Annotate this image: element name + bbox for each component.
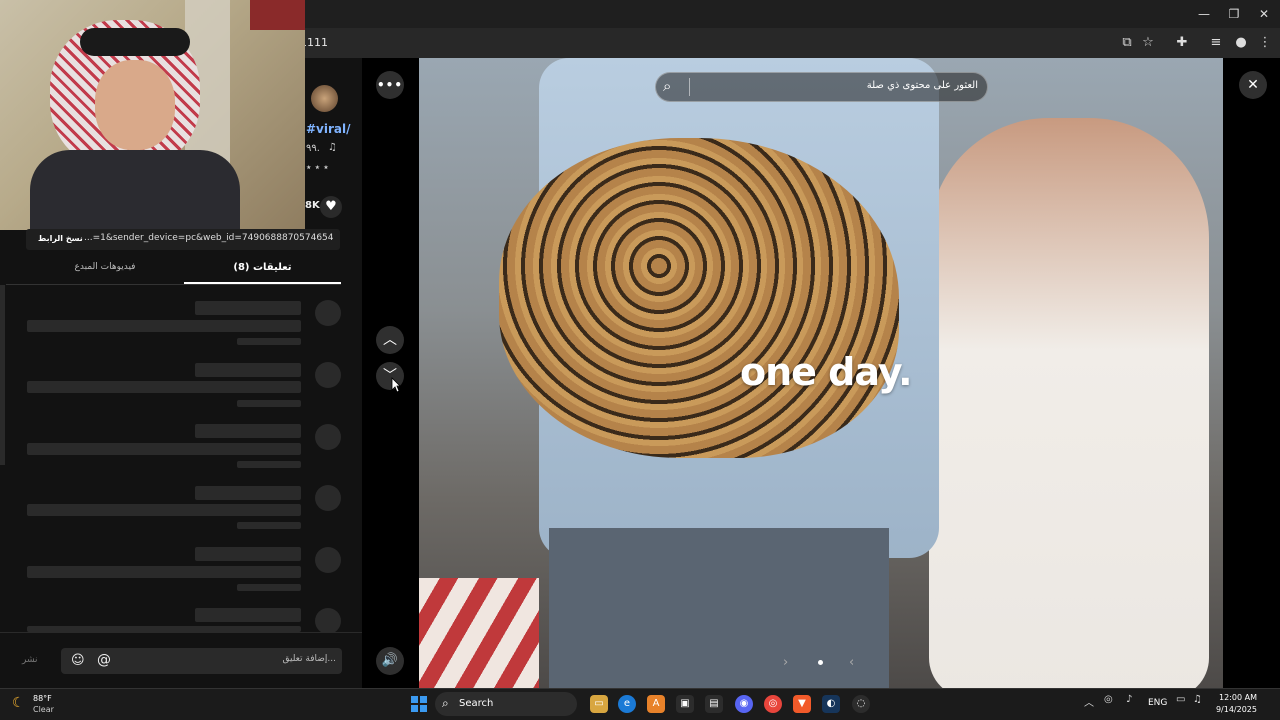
video-caption-overlay: one day. <box>740 350 913 394</box>
skeleton-avatar <box>315 424 341 450</box>
sync-icon[interactable]: ◎ <box>1104 694 1113 705</box>
skeleton-avatar <box>315 608 341 634</box>
taskbar-search-label: Search <box>459 698 494 709</box>
like-count: 8K <box>305 200 320 211</box>
heart-icon[interactable]: ♥ <box>320 196 342 218</box>
steam-icon[interactable]: ◐ <box>822 695 840 713</box>
discord-icon[interactable]: ◉ <box>735 695 753 713</box>
tab-active-indicator <box>184 282 341 284</box>
skeleton-line <box>27 504 301 516</box>
skeleton-line <box>195 486 301 500</box>
skeleton-line <box>237 522 301 529</box>
music-note-icon: ♫ <box>328 142 337 153</box>
skeleton-avatar <box>315 362 341 388</box>
copy-link-button[interactable]: نسخ الرابط <box>38 234 83 243</box>
carousel-prev-icon[interactable]: ‹ <box>849 655 854 670</box>
skeleton-line <box>195 363 301 377</box>
brave-icon[interactable]: ▼ <box>793 695 811 713</box>
search-divider <box>689 78 690 96</box>
skeleton-avatar <box>315 547 341 573</box>
skeleton-line <box>27 381 301 393</box>
emoji-icon[interactable]: ☺ <box>71 653 85 668</box>
start-icon[interactable] <box>411 696 427 712</box>
carousel-next-icon[interactable]: › <box>783 655 788 670</box>
close-window-button[interactable]: ✕ <box>1249 4 1279 24</box>
skeleton-line <box>195 608 301 622</box>
tab-comments[interactable]: (8) تعليقات <box>184 262 341 273</box>
url-field[interactable]: 1111 <box>300 33 1100 53</box>
mouse-cursor-icon <box>391 377 401 393</box>
app-grid-icon[interactable]: ▤ <box>705 695 723 713</box>
post-comment-button[interactable]: نشر <box>22 655 38 665</box>
previous-video-button[interactable]: ︿ <box>376 326 404 354</box>
profile-icon[interactable]: ● <box>1231 33 1251 53</box>
skeleton-line <box>237 461 301 468</box>
tab-divider <box>6 284 341 285</box>
more-options-button[interactable]: ••• <box>376 71 404 99</box>
skeleton-line <box>237 584 301 591</box>
edge-icon[interactable]: e <box>618 695 636 713</box>
search-placeholder: العثور على محتوى ذي صلة <box>866 80 978 91</box>
clock-date[interactable]: 9/14/2025 <box>1212 705 1257 714</box>
skeleton-line <box>27 566 301 578</box>
app-circle-icon[interactable]: ◌ <box>852 695 870 713</box>
skeleton-line <box>237 338 301 345</box>
mention-icon[interactable]: @ <box>97 652 111 668</box>
tray-chevron-icon[interactable]: ︿ <box>1084 694 1094 709</box>
volume-icon[interactable]: 🔊 <box>376 647 404 675</box>
media-icon[interactable]: ≡ <box>1206 33 1226 53</box>
skeleton-line <box>195 424 301 438</box>
search-icon: ⌕ <box>442 696 449 710</box>
weather-temp[interactable]: 88°F <box>33 694 52 703</box>
cast-icon[interactable]: ⧉ <box>1117 33 1137 53</box>
caption-numbers: ٩٩. <box>306 143 320 154</box>
skeleton-line <box>195 301 301 315</box>
bookmark-star-icon[interactable]: ☆ <box>1138 33 1158 53</box>
skeleton-line <box>27 320 301 332</box>
comments-scrollbar[interactable] <box>0 285 5 465</box>
skeleton-avatar <box>315 300 341 326</box>
carousel-dot-active[interactable] <box>818 660 823 665</box>
microphone-icon[interactable]: ♪ <box>1126 694 1132 705</box>
weather-desc: Clear <box>33 705 54 714</box>
caption-tags: ٭ ٭ ٭ <box>306 162 329 173</box>
hashtag-link[interactable]: #viral/ <box>306 122 351 136</box>
webcam-overlay <box>0 0 305 230</box>
share-link-text: ...=1&sender_device=pc&web_id=7490688870… <box>84 233 334 243</box>
app-epic-icon[interactable]: ▣ <box>676 695 694 713</box>
close-video-button[interactable]: ✕ <box>1239 71 1267 99</box>
chrome-icon[interactable]: ◎ <box>764 695 782 713</box>
clock-time[interactable]: 12:00 AM <box>1217 693 1257 702</box>
search-icon[interactable]: ⌕ <box>663 77 671 95</box>
file-explorer-icon[interactable]: ▭ <box>590 695 608 713</box>
app-a-icon[interactable]: A <box>647 695 665 713</box>
skeleton-line <box>237 400 301 407</box>
minimize-button[interactable]: — <box>1189 4 1219 24</box>
moon-icon[interactable]: ☾ <box>12 695 25 711</box>
extensions-icon[interactable]: ✚ <box>1172 33 1192 53</box>
comment-placeholder: إضافة تعليق... <box>282 654 336 664</box>
taskbar-search[interactable] <box>435 692 577 716</box>
maximize-button[interactable]: ❐ <box>1219 4 1249 24</box>
skeleton-avatar <box>315 485 341 511</box>
browser-menu-icon[interactable]: ⋮ <box>1255 33 1275 53</box>
skeleton-line <box>195 547 301 561</box>
skeleton-line <box>27 443 301 455</box>
network-icon[interactable]: ▭ <box>1176 694 1185 705</box>
tab-creator-videos[interactable]: فيديوهات المبدع <box>40 262 170 272</box>
creator-avatar[interactable] <box>311 85 338 112</box>
language-indicator[interactable]: ENG <box>1148 698 1167 708</box>
volume-icon[interactable]: ♫ <box>1193 694 1202 705</box>
